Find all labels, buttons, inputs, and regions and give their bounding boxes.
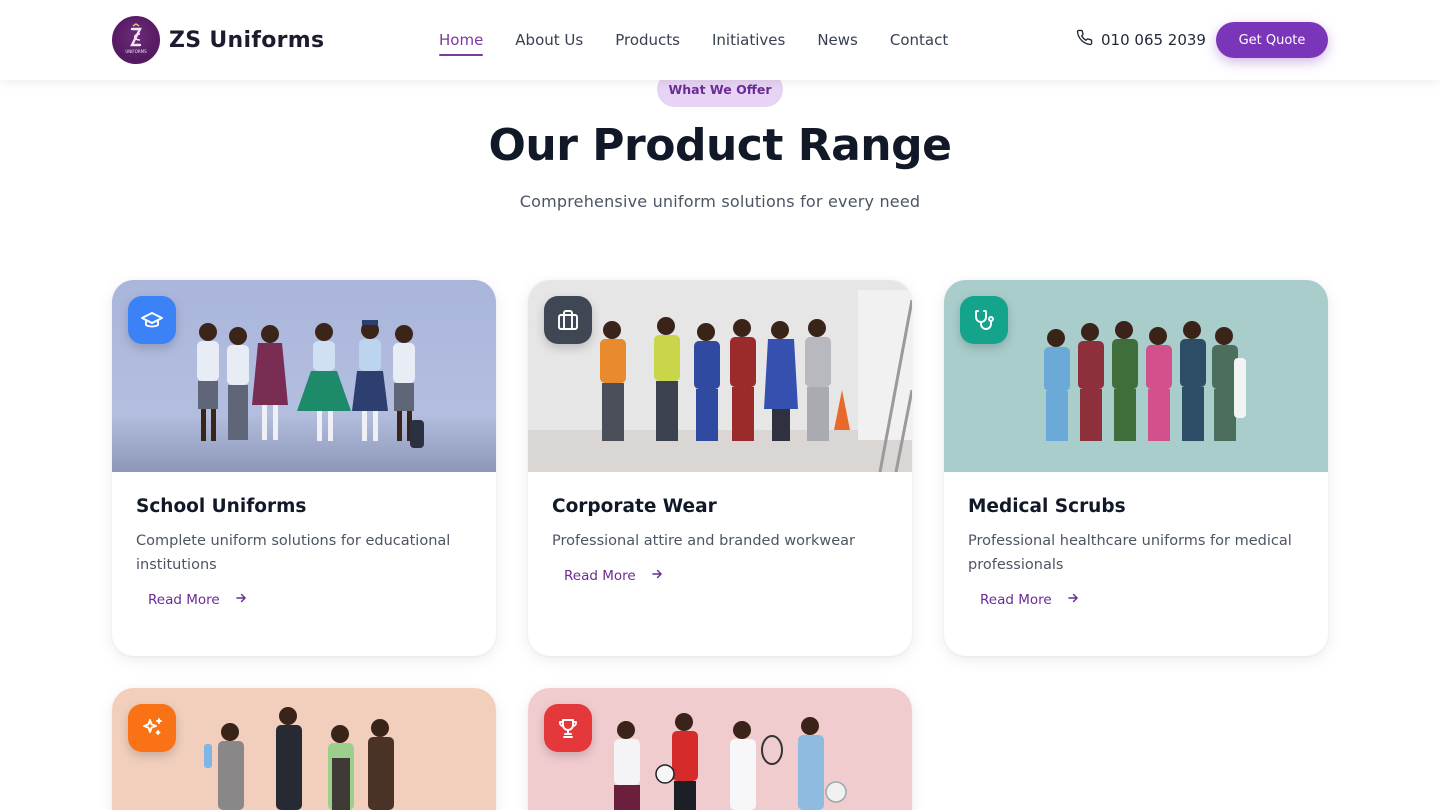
- phone-icon: [1076, 29, 1093, 50]
- get-quote-button[interactable]: Get Quote: [1216, 22, 1328, 58]
- phone-number: 010 065 2039: [1101, 30, 1206, 49]
- card-title: Medical Scrubs: [968, 496, 1126, 517]
- card-description: Complete uniform solutions for education…: [136, 533, 451, 573]
- sparkles-icon: [128, 704, 176, 752]
- card-description: Professional attire and branded workwear: [552, 533, 855, 549]
- card-image-school-children: [112, 280, 496, 472]
- nav-item-about-us[interactable]: About Us: [515, 27, 583, 53]
- product-card-medical-scrubs[interactable]: Medical Scrubs Professional healthcare u…: [944, 280, 1328, 656]
- product-card-hospitality[interactable]: [112, 688, 496, 810]
- arrow-right-icon: [234, 591, 248, 609]
- card-image-workwear-team: [528, 280, 912, 472]
- graduation-cap-icon: [128, 296, 176, 344]
- stethoscope-icon: [960, 296, 1008, 344]
- logo-link[interactable]: UNIFORMS ZS Uniforms: [112, 16, 324, 64]
- nav-item-home[interactable]: Home: [439, 27, 484, 56]
- nav-item-news[interactable]: News: [817, 27, 858, 53]
- card-image-medical-staff: [944, 280, 1328, 472]
- arrow-right-icon: [650, 567, 664, 585]
- read-more-label: Read More: [148, 592, 220, 608]
- site-header: UNIFORMS ZS Uniforms Home About Us Produ…: [0, 0, 1440, 80]
- product-card-sportswear[interactable]: [528, 688, 912, 810]
- read-more-label: Read More: [564, 568, 636, 584]
- phone-link[interactable]: 010 065 2039: [1076, 29, 1206, 50]
- read-more-label: Read More: [980, 592, 1052, 608]
- card-title: School Uniforms: [136, 496, 307, 517]
- trophy-icon: [544, 704, 592, 752]
- product-card-corporate-wear[interactable]: Corporate Wear Professional attire and b…: [528, 280, 912, 656]
- arrow-right-icon: [1066, 591, 1080, 609]
- nav-item-contact[interactable]: Contact: [890, 27, 948, 53]
- read-more-link[interactable]: Read More: [980, 591, 1080, 609]
- read-more-link[interactable]: Read More: [148, 591, 248, 609]
- logo-icon: UNIFORMS: [112, 16, 160, 64]
- section-title: Our Product Range: [488, 120, 952, 171]
- nav-item-initiatives[interactable]: Initiatives: [712, 27, 785, 53]
- briefcase-icon: [544, 296, 592, 344]
- card-image-hospitality-staff: [112, 688, 496, 810]
- brand-name: ZS Uniforms: [169, 27, 325, 53]
- main-nav: Home About Us Products Initiatives News …: [439, 0, 948, 80]
- read-more-link[interactable]: Read More: [564, 567, 664, 585]
- card-image-sports-team: [528, 688, 912, 810]
- section-subtitle: Comprehensive uniform solutions for ever…: [519, 192, 921, 211]
- product-card-school-uniforms[interactable]: School Uniforms Complete uniform solutio…: [112, 280, 496, 656]
- svg-text:UNIFORMS: UNIFORMS: [125, 49, 147, 54]
- card-description: Professional healthcare uniforms for med…: [968, 533, 1292, 573]
- nav-item-products[interactable]: Products: [615, 27, 680, 53]
- card-title: Corporate Wear: [552, 496, 717, 517]
